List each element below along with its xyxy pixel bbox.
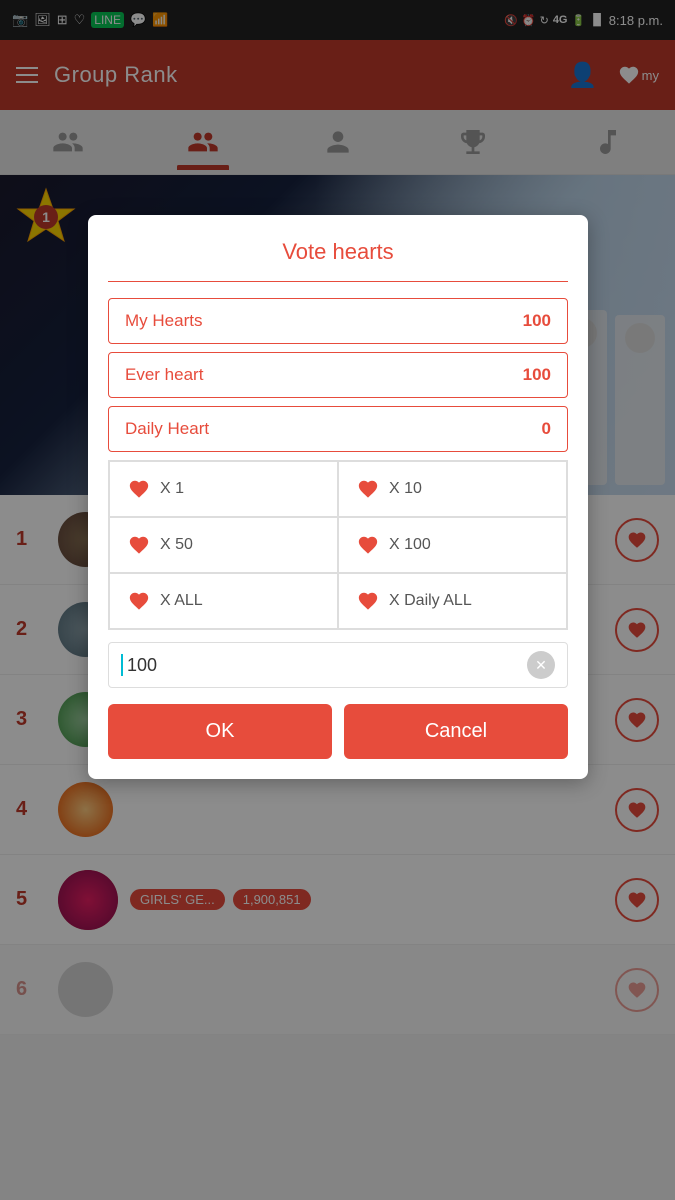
dialog-actions: OK Cancel: [108, 704, 568, 759]
vote-label-x50: X 50: [160, 536, 193, 554]
vote-option-x100[interactable]: X 100: [338, 517, 567, 573]
vote-option-x1[interactable]: X 1: [109, 461, 338, 517]
dialog-divider: [108, 281, 568, 282]
daily-heart-row: Daily Heart 0: [108, 406, 568, 452]
vote-option-xdailyall[interactable]: X Daily ALL: [338, 573, 567, 629]
ok-button[interactable]: OK: [108, 704, 332, 759]
vote-input-row[interactable]: 100 ✕: [108, 642, 568, 688]
my-hearts-row: My Hearts 100: [108, 298, 568, 344]
daily-heart-label: Daily Heart: [125, 419, 209, 439]
ever-heart-label: Ever heart: [125, 365, 203, 385]
ever-heart-value: 100: [523, 365, 551, 385]
vote-option-xall[interactable]: X ALL: [109, 573, 338, 629]
dialog-title: Vote hearts: [108, 239, 568, 265]
daily-heart-value: 0: [542, 419, 551, 439]
vote-label-xall: X ALL: [160, 592, 203, 610]
vote-label-x1: X 1: [160, 480, 184, 498]
my-hearts-value: 100: [523, 311, 551, 331]
vote-dialog: Vote hearts My Hearts 100 Ever heart 100…: [88, 215, 588, 779]
vote-option-x10[interactable]: X 10: [338, 461, 567, 517]
vote-option-x50[interactable]: X 50: [109, 517, 338, 573]
cancel-button[interactable]: Cancel: [344, 704, 568, 759]
ever-heart-row: Ever heart 100: [108, 352, 568, 398]
vote-options-grid: X 1 X 10 X 50 X 100 X ALL X Daily ALL: [108, 460, 568, 630]
my-hearts-label: My Hearts: [125, 311, 202, 331]
text-cursor: [121, 654, 123, 676]
vote-input[interactable]: 100: [127, 655, 527, 676]
vote-label-x10: X 10: [389, 480, 422, 498]
clear-input-button[interactable]: ✕: [527, 651, 555, 679]
vote-label-xdailyall: X Daily ALL: [389, 592, 472, 610]
vote-label-x100: X 100: [389, 536, 431, 554]
